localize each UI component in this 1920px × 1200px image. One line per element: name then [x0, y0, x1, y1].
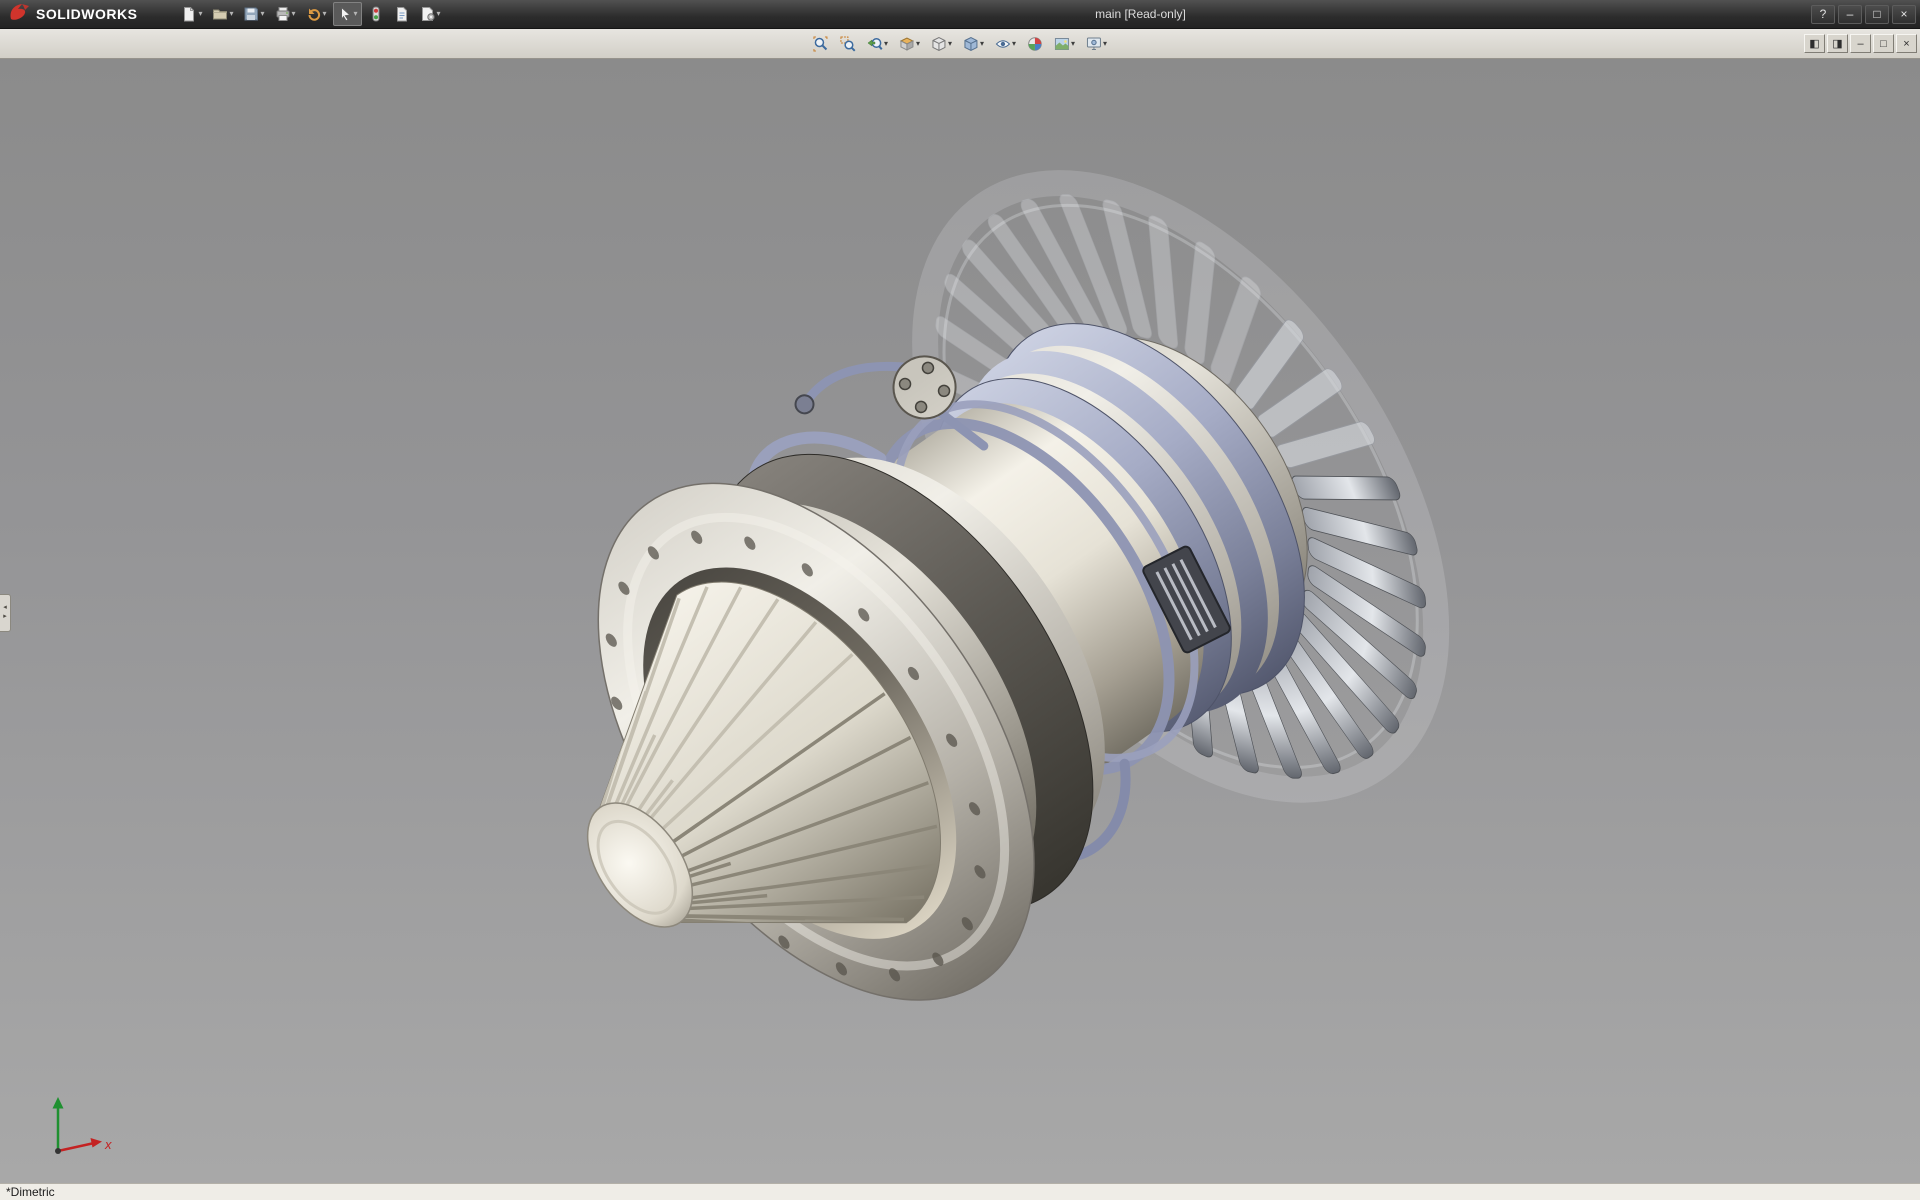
display-style-button[interactable]: ▾: [959, 31, 988, 57]
help-button[interactable]: ?: [1811, 5, 1835, 24]
zoom-to-area-button[interactable]: [836, 31, 860, 57]
dropdown-caret-icon[interactable]: ▾: [1103, 40, 1107, 48]
hide-show-items-button[interactable]: ▾: [991, 31, 1020, 57]
dropdown-caret-icon[interactable]: ▾: [1012, 40, 1016, 48]
triad-x-axis: [58, 1144, 92, 1152]
window-controls: ?–□×: [1811, 5, 1916, 24]
minimize-button[interactable]: –: [1838, 5, 1862, 24]
solidworks-logo-text: SOLIDWORKS: [36, 6, 137, 22]
featuremanager-flyout-handle[interactable]: ◂ ▸: [0, 594, 11, 632]
close-button[interactable]: ×: [1892, 5, 1916, 24]
open-icon: [212, 6, 228, 22]
save-button[interactable]: ▾: [239, 2, 268, 26]
apply-scene-icon: [1054, 36, 1070, 52]
select-icon: [337, 6, 353, 22]
restore-document-button[interactable]: □: [1873, 34, 1894, 53]
dropdown-caret-icon[interactable]: ▾: [260, 10, 264, 18]
chevron-left-icon: ◂: [3, 604, 7, 613]
dropdown-caret-icon[interactable]: ▾: [916, 40, 920, 48]
view-settings-button[interactable]: ▾: [1082, 31, 1111, 57]
pane-left-button[interactable]: ◧: [1804, 34, 1825, 53]
turbofan-engine-model: [0, 59, 1920, 1183]
print-icon: [275, 6, 291, 22]
close-document-button[interactable]: ×: [1896, 34, 1917, 53]
save-icon: [243, 6, 259, 22]
dropdown-caret-icon[interactable]: ▾: [198, 10, 202, 18]
view-orientation-button[interactable]: ▾: [927, 31, 956, 57]
solidworks-app: SOLIDWORKS ▾▾▾▾▾▾▾ main [Read-only] ?–□×…: [0, 0, 1920, 1200]
dropdown-caret-icon[interactable]: ▾: [292, 10, 296, 18]
solidworks-logo: SOLIDWORKS: [0, 0, 151, 28]
dropdown-caret-icon[interactable]: ▾: [354, 10, 358, 18]
graphics-area[interactable]: ◂ ▸ x: [0, 59, 1920, 1183]
minimize-document-button[interactable]: –: [1850, 34, 1871, 53]
dropdown-caret-icon[interactable]: ▾: [980, 40, 984, 48]
restore-button[interactable]: □: [1865, 5, 1889, 24]
select-button[interactable]: ▾: [333, 2, 362, 26]
options-button[interactable]: ▾: [416, 2, 445, 26]
view-settings-icon: [1086, 36, 1102, 52]
new-document-icon: [181, 6, 197, 22]
chevron-right-icon: ▸: [3, 613, 7, 622]
rebuild-icon: [368, 6, 384, 22]
document-title: main [Read-only]: [1095, 7, 1186, 21]
pane-right-button[interactable]: ◨: [1827, 34, 1848, 53]
options-icon: [420, 6, 436, 22]
apply-scene-button[interactable]: ▾: [1050, 31, 1079, 57]
zoom-to-fit-icon: [813, 36, 829, 52]
hide-show-items-icon: [995, 36, 1011, 52]
titlebar-toolbar: ▾ ▾ ▾ ▾ ▾ ▾ ▾: [177, 2, 444, 26]
undo-button[interactable]: ▾: [302, 2, 331, 26]
dropdown-caret-icon[interactable]: ▾: [948, 40, 952, 48]
heads-up-view-toolbar: ▾ ▾ ▾ ▾ ▾ ▾ ▾ ◧◨–□×: [0, 29, 1920, 59]
solidworks-logo-icon: [8, 2, 30, 27]
print-button[interactable]: ▾: [271, 2, 300, 26]
dropdown-caret-icon[interactable]: ▾: [1071, 40, 1075, 48]
document-window-controls: ◧◨–□×: [1804, 34, 1917, 53]
dropdown-caret-icon[interactable]: ▾: [437, 10, 441, 18]
previous-view-button[interactable]: ▾: [863, 31, 892, 57]
zoom-to-area-icon: [840, 36, 856, 52]
display-style-icon: [963, 36, 979, 52]
triad-x-label: x: [104, 1137, 112, 1152]
dropdown-caret-icon[interactable]: ▾: [229, 10, 233, 18]
edit-appearance-button[interactable]: [1023, 31, 1047, 57]
undo-icon: [306, 6, 322, 22]
orientation-triad[interactable]: x: [18, 1085, 118, 1169]
titlebar: SOLIDWORKS ▾ ▾ ▾ ▾ ▾ ▾ ▾ main [Read-only] ?–□×: [0, 0, 1920, 29]
view-tools: ▾ ▾ ▾ ▾ ▾ ▾ ▾: [809, 31, 1111, 57]
dropdown-caret-icon[interactable]: ▾: [884, 40, 888, 48]
open-button[interactable]: ▾: [208, 2, 237, 26]
edit-appearance-icon: [1027, 36, 1043, 52]
rebuild-button[interactable]: [364, 2, 388, 26]
section-view-button[interactable]: ▾: [895, 31, 924, 57]
view-orientation-icon: [931, 36, 947, 52]
new-document-button[interactable]: ▾: [177, 2, 206, 26]
dropdown-caret-icon[interactable]: ▾: [323, 10, 327, 18]
section-view-icon: [899, 36, 915, 52]
zoom-to-fit-button[interactable]: [809, 31, 833, 57]
previous-view-icon: [867, 36, 883, 52]
statusbar: *Dimetric: [0, 1183, 1920, 1200]
file-properties-icon: [394, 6, 410, 22]
file-properties-button[interactable]: [390, 2, 414, 26]
view-orientation-label: *Dimetric: [6, 1185, 55, 1199]
